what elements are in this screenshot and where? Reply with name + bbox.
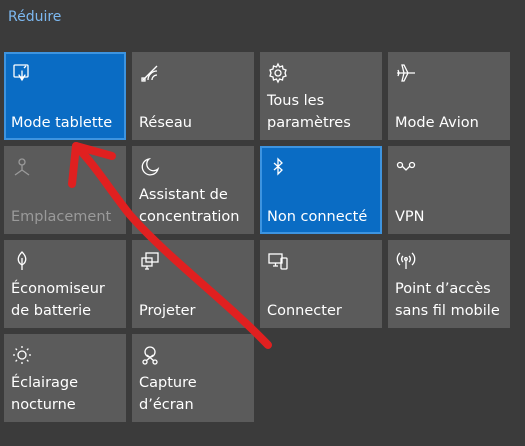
tile-focus-assist[interactable]: Assistant de concentration [132, 146, 254, 234]
mobile-hotspot-icon [395, 250, 417, 272]
tile-label: VPN [395, 209, 425, 225]
battery-saver-icon [11, 250, 33, 272]
collapse-link[interactable]: Réduire [8, 9, 61, 25]
tile-connect[interactable]: Connecter [260, 240, 382, 328]
tile-project[interactable]: Projeter [132, 240, 254, 328]
tile-label: Économiseur de batterie [11, 281, 105, 319]
screen-snip-icon [139, 344, 161, 366]
tile-label: Point d’accès sans fil mobile [395, 281, 500, 319]
night-light-icon [11, 344, 33, 366]
tile-label: Éclairage nocturne [11, 375, 79, 413]
tile-label: Connecter [267, 303, 342, 319]
tile-location[interactable]: Emplacement [4, 146, 126, 234]
bluetooth-icon [267, 156, 289, 178]
tile-label: Capture d’écran [139, 375, 197, 413]
network-icon [139, 62, 161, 84]
tile-tablet-mode[interactable]: Mode tablette [4, 52, 126, 140]
tile-label: Réseau [139, 115, 192, 131]
tile-bluetooth[interactable]: Non connecté [260, 146, 382, 234]
tile-label: Non connecté [267, 209, 368, 225]
tile-network[interactable]: Réseau [132, 52, 254, 140]
tile-label: Tous les paramètres [267, 93, 351, 131]
tile-label: Mode tablette [11, 115, 113, 131]
tile-battery-saver[interactable]: Économiseur de batterie [4, 240, 126, 328]
vpn-icon [395, 156, 417, 178]
tile-night-light[interactable]: Éclairage nocturne [4, 334, 126, 422]
moon-icon [139, 156, 161, 178]
project-icon [139, 250, 161, 272]
tile-airplane-mode[interactable]: Mode Avion [388, 52, 510, 140]
tile-label: Emplacement [11, 209, 112, 225]
airplane-icon [395, 62, 417, 84]
tile-all-settings[interactable]: Tous les paramètres [260, 52, 382, 140]
gear-icon [267, 62, 289, 84]
location-icon [11, 156, 33, 178]
tile-mobile-hotspot[interactable]: Point d’accès sans fil mobile [388, 240, 510, 328]
tile-label: Mode Avion [395, 115, 479, 131]
tile-vpn[interactable]: VPN [388, 146, 510, 234]
connect-icon [267, 250, 289, 272]
tile-screen-snip[interactable]: Capture d’écran [132, 334, 254, 422]
tablet-mode-icon [11, 62, 33, 84]
tile-label: Projeter [139, 303, 196, 319]
tile-label: Assistant de concentration [139, 187, 240, 225]
